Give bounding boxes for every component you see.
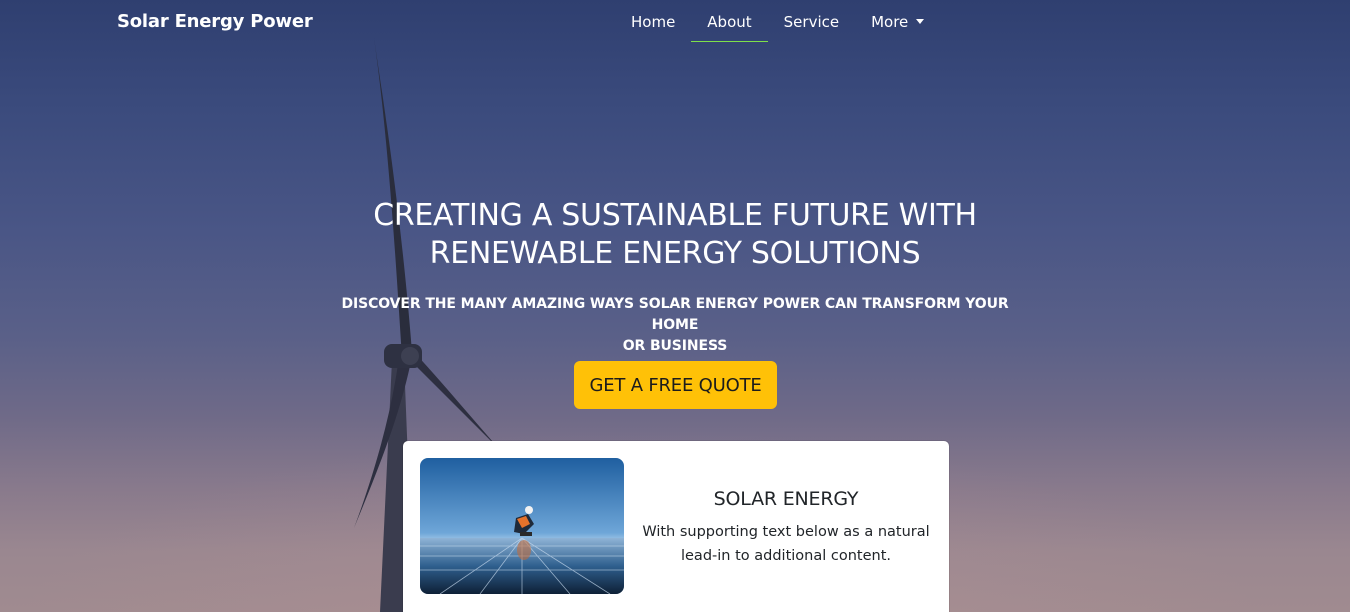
nav-link-about[interactable]: About bbox=[691, 0, 768, 42]
card-text-line1: With supporting text below as a natural bbox=[642, 524, 930, 540]
nav-dropdown-more[interactable]: More bbox=[855, 0, 940, 42]
nav-link-home[interactable]: Home bbox=[615, 0, 691, 42]
hero-subheadline: DISCOVER THE MANY AMAZING WAYS SOLAR ENE… bbox=[320, 294, 1030, 357]
card-title: SOLAR ENERGY bbox=[713, 488, 859, 510]
get-free-quote-button[interactable]: GET A FREE QUOTE bbox=[574, 361, 777, 409]
brand-logo-text[interactable]: Solar Energy Power bbox=[117, 11, 313, 32]
card-text: With supporting text below as a natural … bbox=[635, 520, 937, 568]
nav-dropdown-more-label: More bbox=[871, 13, 909, 31]
top-navbar: Solar Energy Power Home About Service Mo… bbox=[0, 0, 1350, 46]
solar-energy-card: SOLAR ENERGY With supporting text below … bbox=[403, 441, 949, 612]
hero-headline: CREATING A SUSTAINABLE FUTURE WITH RENEW… bbox=[325, 197, 1025, 273]
nav-links: Home About Service More bbox=[615, 0, 940, 46]
hero-subheadline-line1: DISCOVER THE MANY AMAZING WAYS SOLAR ENE… bbox=[341, 296, 1009, 333]
hero-headline-line1: CREATING A SUSTAINABLE FUTURE WITH bbox=[373, 198, 977, 233]
solar-panel-worker-image bbox=[420, 458, 624, 594]
hero-headline-line2: RENEWABLE ENERGY SOLUTIONS bbox=[429, 236, 921, 271]
caret-down-icon bbox=[916, 19, 925, 24]
hero-subheadline-line2: OR BUSINESS bbox=[622, 338, 728, 354]
card-text-line2: lead-in to additional content. bbox=[680, 548, 891, 564]
nav-link-service[interactable]: Service bbox=[768, 0, 855, 42]
solar-panel-photo bbox=[420, 458, 624, 594]
